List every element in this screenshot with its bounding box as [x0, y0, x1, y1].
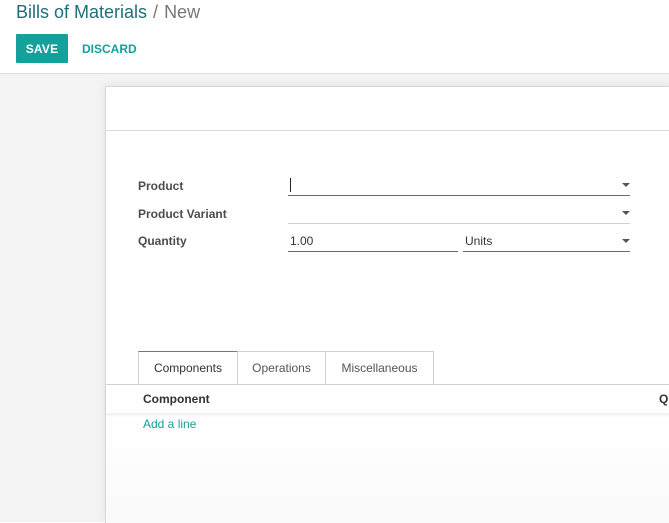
column-header-component[interactable]: Component	[143, 392, 210, 406]
save-button[interactable]: SAVE	[16, 34, 68, 63]
product-input[interactable]	[288, 174, 630, 196]
breadcrumb-separator: /	[153, 2, 159, 22]
statusbar-divider	[106, 130, 669, 131]
product-variant-label: Product Variant	[138, 207, 227, 221]
product-variant-input[interactable]	[288, 202, 630, 224]
tab-miscellaneous[interactable]: Miscellaneous	[325, 351, 434, 384]
breadcrumb-current: New	[164, 2, 201, 22]
breadcrumb: Bills of Materials / New	[16, 1, 200, 23]
product-label: Product	[138, 179, 184, 193]
text-cursor	[290, 178, 291, 192]
breadcrumb-parent-link[interactable]: Bills of Materials	[16, 2, 147, 22]
form-sheet: Product Product Variant Quantity 1.00 Un…	[105, 86, 669, 523]
quantity-input[interactable]: 1.00	[288, 230, 458, 252]
quantity-value: 1.00	[290, 234, 314, 248]
product-variant-dropdown-caret-icon[interactable]	[622, 211, 630, 215]
tab-operations[interactable]: Operations	[237, 351, 326, 384]
components-list-header: Component Q	[106, 385, 669, 413]
product-dropdown-caret-icon[interactable]	[622, 183, 630, 187]
tab-components[interactable]: Components	[138, 351, 238, 385]
column-header-quantity[interactable]: Q	[659, 392, 668, 406]
uom-select[interactable]: Units	[463, 230, 630, 252]
discard-button[interactable]: DISCARD	[76, 34, 143, 63]
control-panel: Bills of Materials / New SAVE DISCARD	[0, 0, 669, 74]
quantity-label: Quantity	[138, 234, 187, 248]
uom-dropdown-caret-icon[interactable]	[622, 239, 630, 243]
uom-value: Units	[465, 234, 493, 248]
add-a-line-link[interactable]: Add a line	[143, 417, 196, 431]
